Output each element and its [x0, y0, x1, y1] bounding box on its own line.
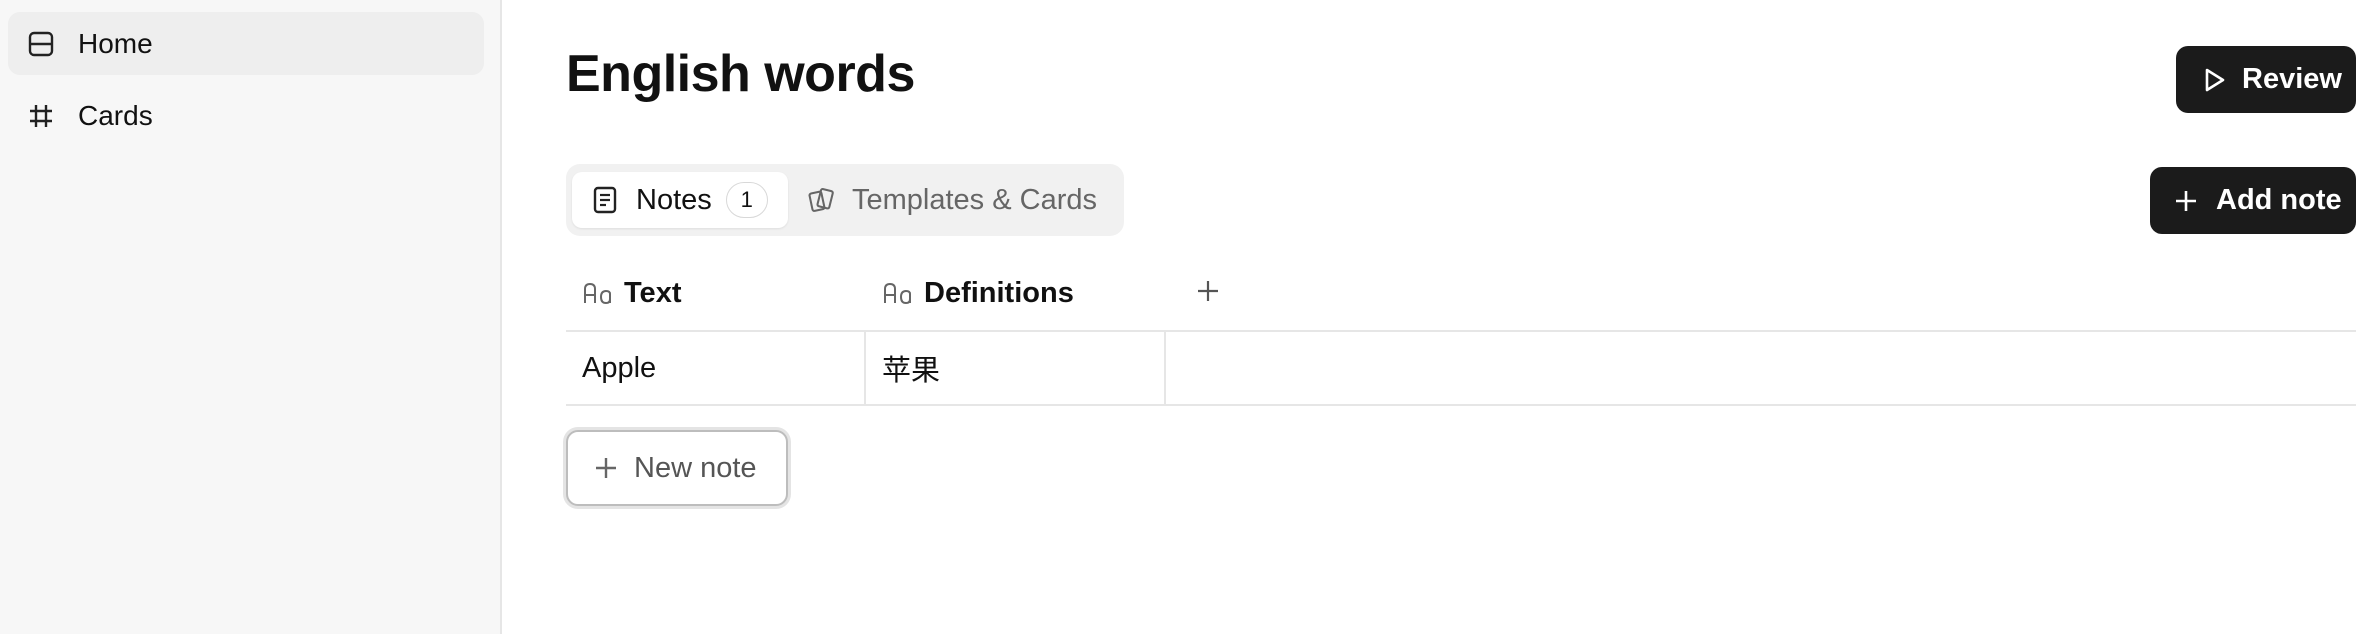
add-note-button[interactable]: Add note — [2150, 167, 2356, 234]
hash-icon — [26, 101, 56, 131]
notes-table: Text Definitions Apple 苹果 — [566, 256, 2356, 406]
plus-icon — [2172, 187, 2200, 215]
tab-notes[interactable]: Notes 1 — [572, 172, 788, 228]
sidebar-item-label: Cards — [78, 99, 153, 131]
sidebar-item-home[interactable]: Home — [8, 12, 484, 75]
plus-icon — [592, 454, 620, 482]
new-note-button-label: New note — [634, 451, 757, 484]
tab-notes-label: Notes — [636, 183, 712, 216]
add-note-button-label: Add note — [2216, 184, 2342, 216]
home-panel-icon — [26, 29, 56, 59]
notes-count-badge: 1 — [725, 182, 768, 218]
view-tabs: Notes 1 Templates & Cards — [566, 164, 1124, 236]
sidebar-item-label: Home — [78, 27, 153, 59]
table-row[interactable]: Apple 苹果 — [566, 331, 2356, 406]
review-button-label: Review — [2242, 63, 2342, 95]
table-header: Text Definitions — [566, 256, 2356, 332]
main-content: English words Review Notes 1 Templates &… — [502, 0, 2372, 634]
tab-templates-label: Templates & Cards — [852, 183, 1097, 216]
column-header-label: Text — [624, 276, 682, 309]
page-title: English words — [566, 45, 915, 103]
column-header-text[interactable]: Text — [566, 277, 866, 310]
column-header-label: Definitions — [924, 276, 1074, 309]
text-type-icon — [582, 279, 614, 307]
note-icon — [592, 186, 620, 214]
add-column-button[interactable] — [1174, 263, 1242, 323]
text-type-icon — [882, 279, 914, 307]
sidebar-item-cards[interactable]: Cards — [8, 84, 484, 147]
new-note-button[interactable]: New note — [566, 430, 788, 506]
table-cell[interactable]: 苹果 — [866, 331, 1166, 405]
table-cell[interactable]: Apple — [566, 331, 866, 405]
play-icon — [2200, 66, 2228, 94]
column-header-definitions[interactable]: Definitions — [866, 277, 1166, 310]
review-button[interactable]: Review — [2176, 46, 2356, 113]
app-root: Home Cards English words Review Notes 1 — [0, 0, 2372, 634]
sidebar: Home Cards — [0, 0, 502, 634]
tab-templates-cards[interactable]: Templates & Cards — [788, 172, 1097, 228]
plus-icon — [1195, 278, 1221, 309]
cards-icon — [808, 186, 836, 214]
